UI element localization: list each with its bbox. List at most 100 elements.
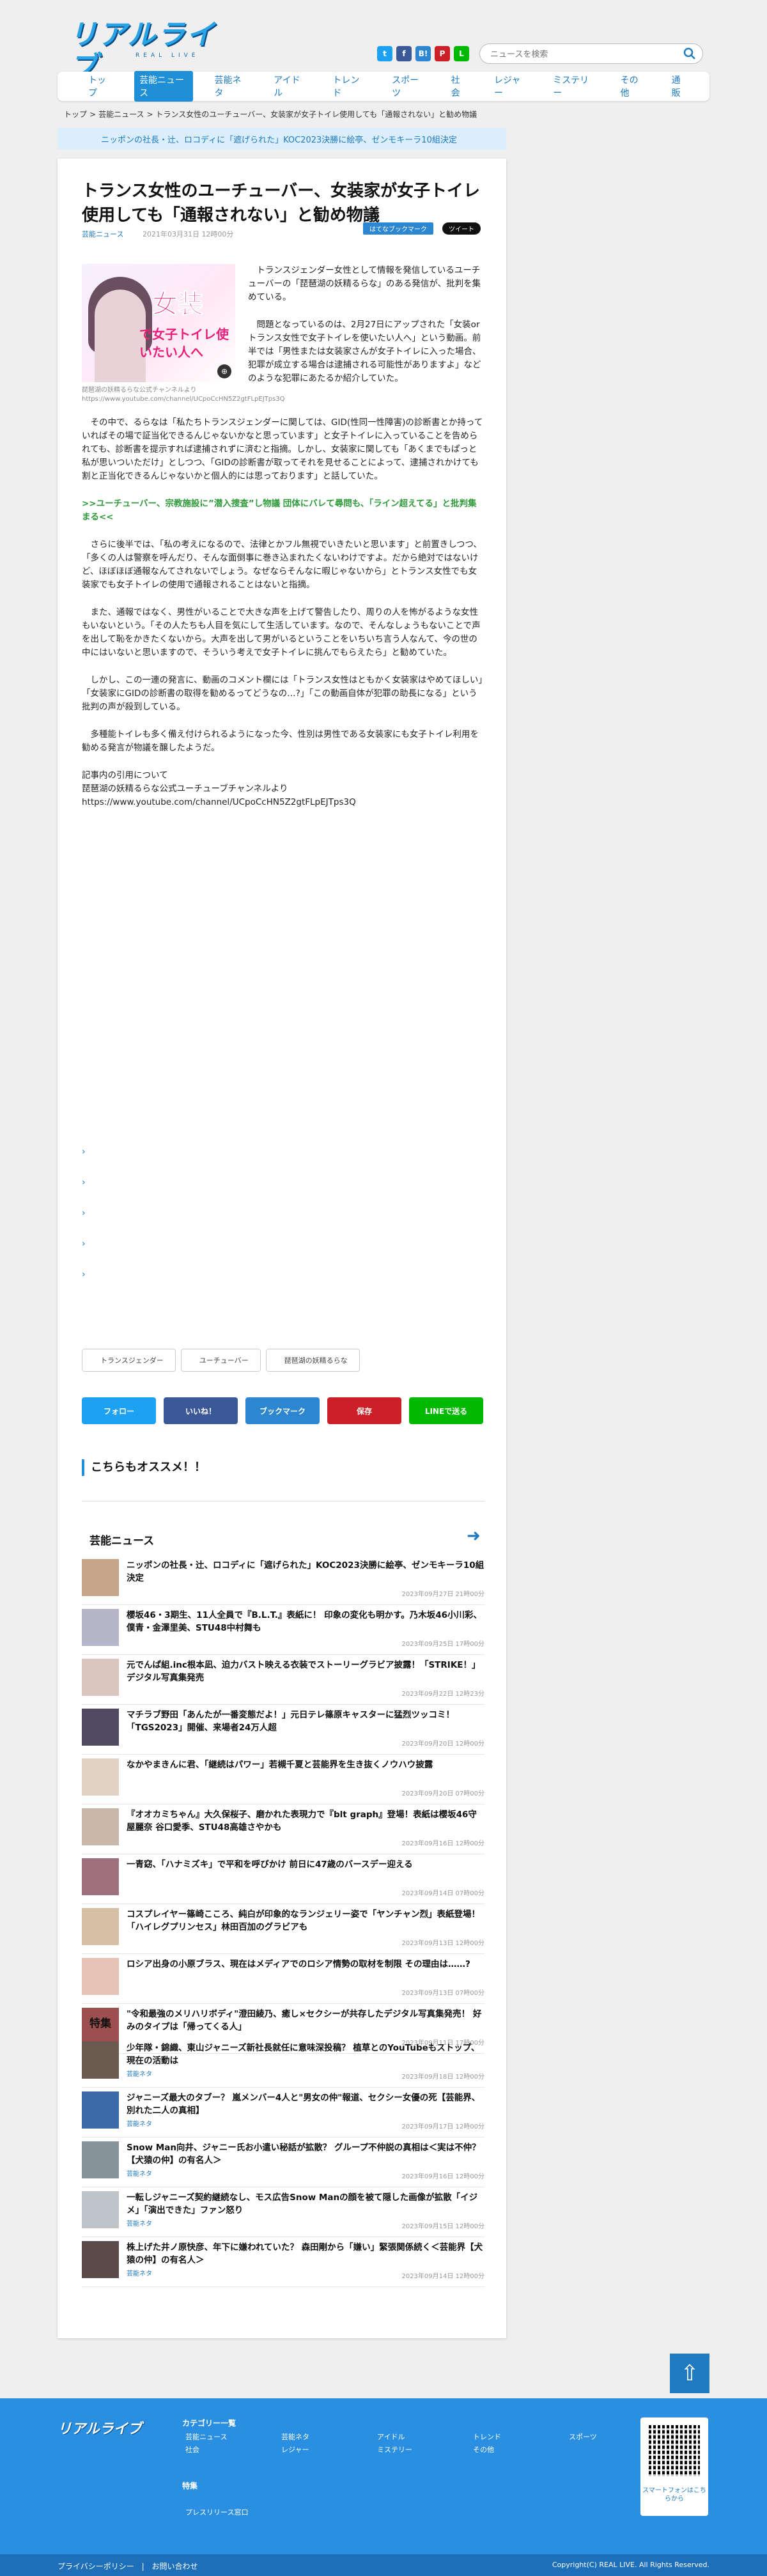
search-input[interactable] xyxy=(489,48,674,61)
feature-item-title[interactable]: Snow Man向井、ジャニー氏お小遣い秘話が拡散？ グループ不仲説の真相は＜実… xyxy=(127,2141,484,2167)
hatena-share-button[interactable]: ブックマーク xyxy=(245,1397,320,1424)
hatena-icon[interactable]: B! xyxy=(415,46,431,61)
nav-item[interactable]: その他 xyxy=(616,71,650,102)
news-item-title[interactable]: ニッポンの社長・辻、ロコディに「遮げられた」KOC2023決勝に絵亭、ゼンモキー… xyxy=(127,1559,484,1585)
privacy-policy-link[interactable]: プライバシーポリシー xyxy=(58,2562,134,2571)
footer-category-link[interactable]: 社会 xyxy=(185,2444,281,2455)
promo-banner[interactable]: ニッポンの社長・辻、ロコディに「遮げられた」KOC2023決勝に絵亭、ゼンモキー… xyxy=(58,128,506,150)
nav-item[interactable]: スポーツ xyxy=(387,71,430,102)
feature-item[interactable]: Snow Man向井、ジャニー氏お小遣い秘話が拡散？ グループ不仲説の真相は＜実… xyxy=(82,2138,484,2187)
feature-item[interactable]: 株上げた井ノ原快彦、年下に嫌われていた？ 森田剛から「嫌い」緊張関係続く＜芸能界… xyxy=(82,2237,484,2287)
nav-item[interactable]: トップ xyxy=(83,71,118,102)
feature-thumbnail[interactable] xyxy=(82,2091,119,2129)
news-item[interactable]: ニッポンの社長・辻、ロコディに「遮げられた」KOC2023決勝に絵亭、ゼンモキー… xyxy=(82,1555,484,1605)
news-item[interactable]: 元でんぱ組.inc根本凪、迫力バスト映える衣装でストーリーグラビア披露！「STR… xyxy=(82,1655,484,1705)
news-thumbnail[interactable] xyxy=(82,1709,119,1746)
related-arrow-link[interactable]: › xyxy=(82,1177,86,1208)
news-item[interactable]: マチラブ野田「あんたが一番変態だよ！」元日テレ篠原キャスターに猛烈ツッコミ！「T… xyxy=(82,1705,484,1755)
news-item[interactable]: ロシア出身の小原ブラス、現在はメディアでのロシア情勢の取材を制限 その理由は……… xyxy=(82,1954,484,2004)
feature-thumbnail[interactable] xyxy=(82,2042,119,2079)
twitter-icon[interactable]: t xyxy=(377,46,392,61)
nav-item[interactable]: 芸能ニュース xyxy=(134,71,193,102)
pinterest-icon[interactable]: P xyxy=(435,46,450,61)
tag-chip[interactable]: 琵琶湖の妖精るらな xyxy=(265,1349,360,1372)
footer-category-link[interactable]: トレンド xyxy=(473,2432,569,2442)
pinterest-share-button[interactable]: 保存 xyxy=(327,1397,401,1424)
news-item-title[interactable]: コスプレイヤー篠崎こころ、純白が印象的なランジェリー姿で「ヤンチャン烈」表紙登場… xyxy=(127,1908,484,1934)
news-thumbnail[interactable] xyxy=(82,1659,119,1696)
breadcrumb-item[interactable]: 芸能ニュース xyxy=(98,110,144,119)
feature-item-title[interactable]: 一転しジャニーズ契約継続なし、モス広告Snow Manの顔を被て隠した画像が拡散… xyxy=(127,2191,484,2217)
news-item-title[interactable]: 元でんぱ組.inc根本凪、迫力バスト映える衣装でストーリーグラビア披露！「STR… xyxy=(127,1659,484,1684)
news-thumbnail[interactable] xyxy=(82,1609,119,1646)
feature-item-title[interactable]: 株上げた井ノ原快彦、年下に嫌われていた？ 森田剛から「嫌い」緊張関係続く＜芸能界… xyxy=(127,2241,484,2267)
footer-category-link[interactable]: 芸能ネタ xyxy=(281,2432,377,2442)
news-item-title[interactable]: "令和最強のメリハリボディ"澄田綾乃、癒し×セクシーが共存したデジタル写真集発売… xyxy=(127,2008,484,2033)
footer-logo[interactable]: リアルライブ xyxy=(58,2417,142,2438)
related-article-link[interactable]: >>ユーチューバー、宗教施設に”潜入捜査”し物議 団体にバレて尋問も、「ライン超… xyxy=(82,497,484,524)
news-thumbnail[interactable] xyxy=(82,1758,119,1796)
nav-item[interactable]: アイドル xyxy=(268,71,311,102)
news-item-title[interactable]: ロシア出身の小原ブラス、現在はメディアでのロシア情勢の取材を制限 その理由は……… xyxy=(127,1958,484,1971)
line-share-button[interactable]: LINEで送る xyxy=(409,1397,483,1424)
feature-thumbnail[interactable] xyxy=(82,2141,119,2178)
feature-item-category[interactable]: 芸能ネタ xyxy=(127,2268,152,2277)
related-arrow-link[interactable]: › xyxy=(82,1208,86,1239)
footer-category-link[interactable]: 芸能ニュース xyxy=(185,2432,281,2442)
news-item[interactable]: 一青窈、「ハナミズキ」で平和を呼びかけ 前日に47歳のバースデー迎える 2023年… xyxy=(82,1854,484,1904)
news-item[interactable]: 櫻坂46・3期生、11人全員で『B.L.T.』表紙に！ 印象の変化も明かす。乃木… xyxy=(82,1605,484,1655)
qr-code-box[interactable]: スマートフォンはこちらから xyxy=(640,2417,708,2516)
news-section-title[interactable]: 芸能ニュース xyxy=(89,1532,154,1548)
breadcrumb-item[interactable]: トップ xyxy=(64,110,87,119)
twitter-share-button[interactable]: フォロー xyxy=(82,1397,156,1424)
footer-category-link[interactable]: その他 xyxy=(473,2444,569,2455)
footer-press-link[interactable]: プレスリリース窓口 xyxy=(185,2507,281,2517)
related-arrow-link[interactable]: › xyxy=(82,1147,86,1177)
feature-thumbnail[interactable] xyxy=(82,2191,119,2228)
feature-item[interactable]: ジャニーズ最大のタブー？ 嵐メンバー4人と"男女の仲"報道、セクシー女優の死【芸… xyxy=(82,2088,484,2138)
nav-item[interactable]: レジャー xyxy=(489,71,531,102)
arrow-right-icon[interactable]: ➜ xyxy=(467,1526,481,1546)
news-item[interactable]: なかやまきんに君、「継続はパワー」若槻千夏と芸能界を生き抜くノウハウ披露 2023… xyxy=(82,1755,484,1804)
line-icon[interactable]: L xyxy=(454,46,469,61)
feature-item[interactable]: 一転しジャニーズ契約継続なし、モス広告Snow Manの顔を被て隠した画像が拡散… xyxy=(82,2187,484,2237)
news-thumbnail[interactable] xyxy=(82,1958,119,1995)
news-item[interactable]: 『オオカミちゃん』大久保桜子、磨かれた表現力で『blt graph』登場！表紙は… xyxy=(82,1804,484,1854)
news-thumbnail[interactable] xyxy=(82,1559,119,1596)
facebook-share-button[interactable]: いいね！ xyxy=(164,1397,238,1424)
footer-category-link[interactable]: ミステリー xyxy=(377,2444,473,2455)
feature-item-category[interactable]: 芸能ネタ xyxy=(127,2168,152,2178)
article-category[interactable]: 芸能ニュース xyxy=(82,230,123,238)
tag-chip[interactable]: ユーチューバー xyxy=(180,1349,261,1372)
tweet-button[interactable]: ツイート xyxy=(442,222,481,235)
news-item-title[interactable]: マチラブ野田「あんたが一番変態だよ！」元日テレ篠原キャスターに猛烈ツッコミ！「T… xyxy=(127,1709,484,1734)
news-item-title[interactable]: 一青窈、「ハナミズキ」で平和を呼びかけ 前日に47歳のバースデー迎える xyxy=(127,1858,484,1871)
nav-item[interactable]: 社会 xyxy=(446,71,472,102)
news-item[interactable]: コスプレイヤー篠崎こころ、純白が印象的なランジェリー姿で「ヤンチャン烈」表紙登場… xyxy=(82,1904,484,1954)
news-item-title[interactable]: 櫻坂46・3期生、11人全員で『B.L.T.』表紙に！ 印象の変化も明かす。乃木… xyxy=(127,1609,484,1634)
news-thumbnail[interactable] xyxy=(82,1808,119,1845)
news-thumbnail[interactable] xyxy=(82,1908,119,1945)
footer-category-link[interactable]: アイドル xyxy=(377,2432,473,2442)
nav-item[interactable]: 通販 xyxy=(667,71,693,102)
feature-item-category[interactable]: 芸能ネタ xyxy=(127,2068,152,2078)
feature-thumbnail[interactable] xyxy=(82,2241,119,2278)
related-arrow-link[interactable]: › xyxy=(82,1269,86,1300)
feature-item-title[interactable]: 少年隊・錦織、東山ジャニーズ新社長就任に意味深投稿？ 植草とのYouTubeもス… xyxy=(127,2042,484,2067)
nav-item[interactable]: トレンド xyxy=(327,71,370,102)
nav-item[interactable]: 芸能ネタ xyxy=(210,71,252,102)
news-item-title[interactable]: なかやまきんに君、「継続はパワー」若槻千夏と芸能界を生き抜くノウハウ披露 xyxy=(127,1758,484,1771)
search-icon[interactable] xyxy=(683,47,696,60)
contact-link[interactable]: お問い合わせ xyxy=(151,2562,198,2571)
feature-item-title[interactable]: ジャニーズ最大のタブー？ 嵐メンバー4人と"男女の仲"報道、セクシー女優の死【芸… xyxy=(127,2091,484,2117)
back-to-top-button[interactable]: ⇧ xyxy=(670,2354,709,2393)
facebook-icon[interactable]: f xyxy=(396,46,412,61)
feature-item[interactable]: 少年隊・錦織、東山ジャニーズ新社長就任に意味深投稿？ 植草とのYouTubeもス… xyxy=(82,2038,484,2088)
tag-chip[interactable]: トランスジェンダー xyxy=(82,1349,176,1372)
related-arrow-link[interactable]: › xyxy=(82,1239,86,1269)
news-item-title[interactable]: 『オオカミちゃん』大久保桜子、磨かれた表現力で『blt graph』登場！表紙は… xyxy=(127,1808,484,1834)
feature-item-category[interactable]: 芸能ネタ xyxy=(127,2218,152,2228)
footer-category-link[interactable]: レジャー xyxy=(281,2444,377,2455)
nav-item[interactable]: ミステリー xyxy=(548,71,598,102)
feature-section-title[interactable]: 特集 xyxy=(89,2014,111,2030)
